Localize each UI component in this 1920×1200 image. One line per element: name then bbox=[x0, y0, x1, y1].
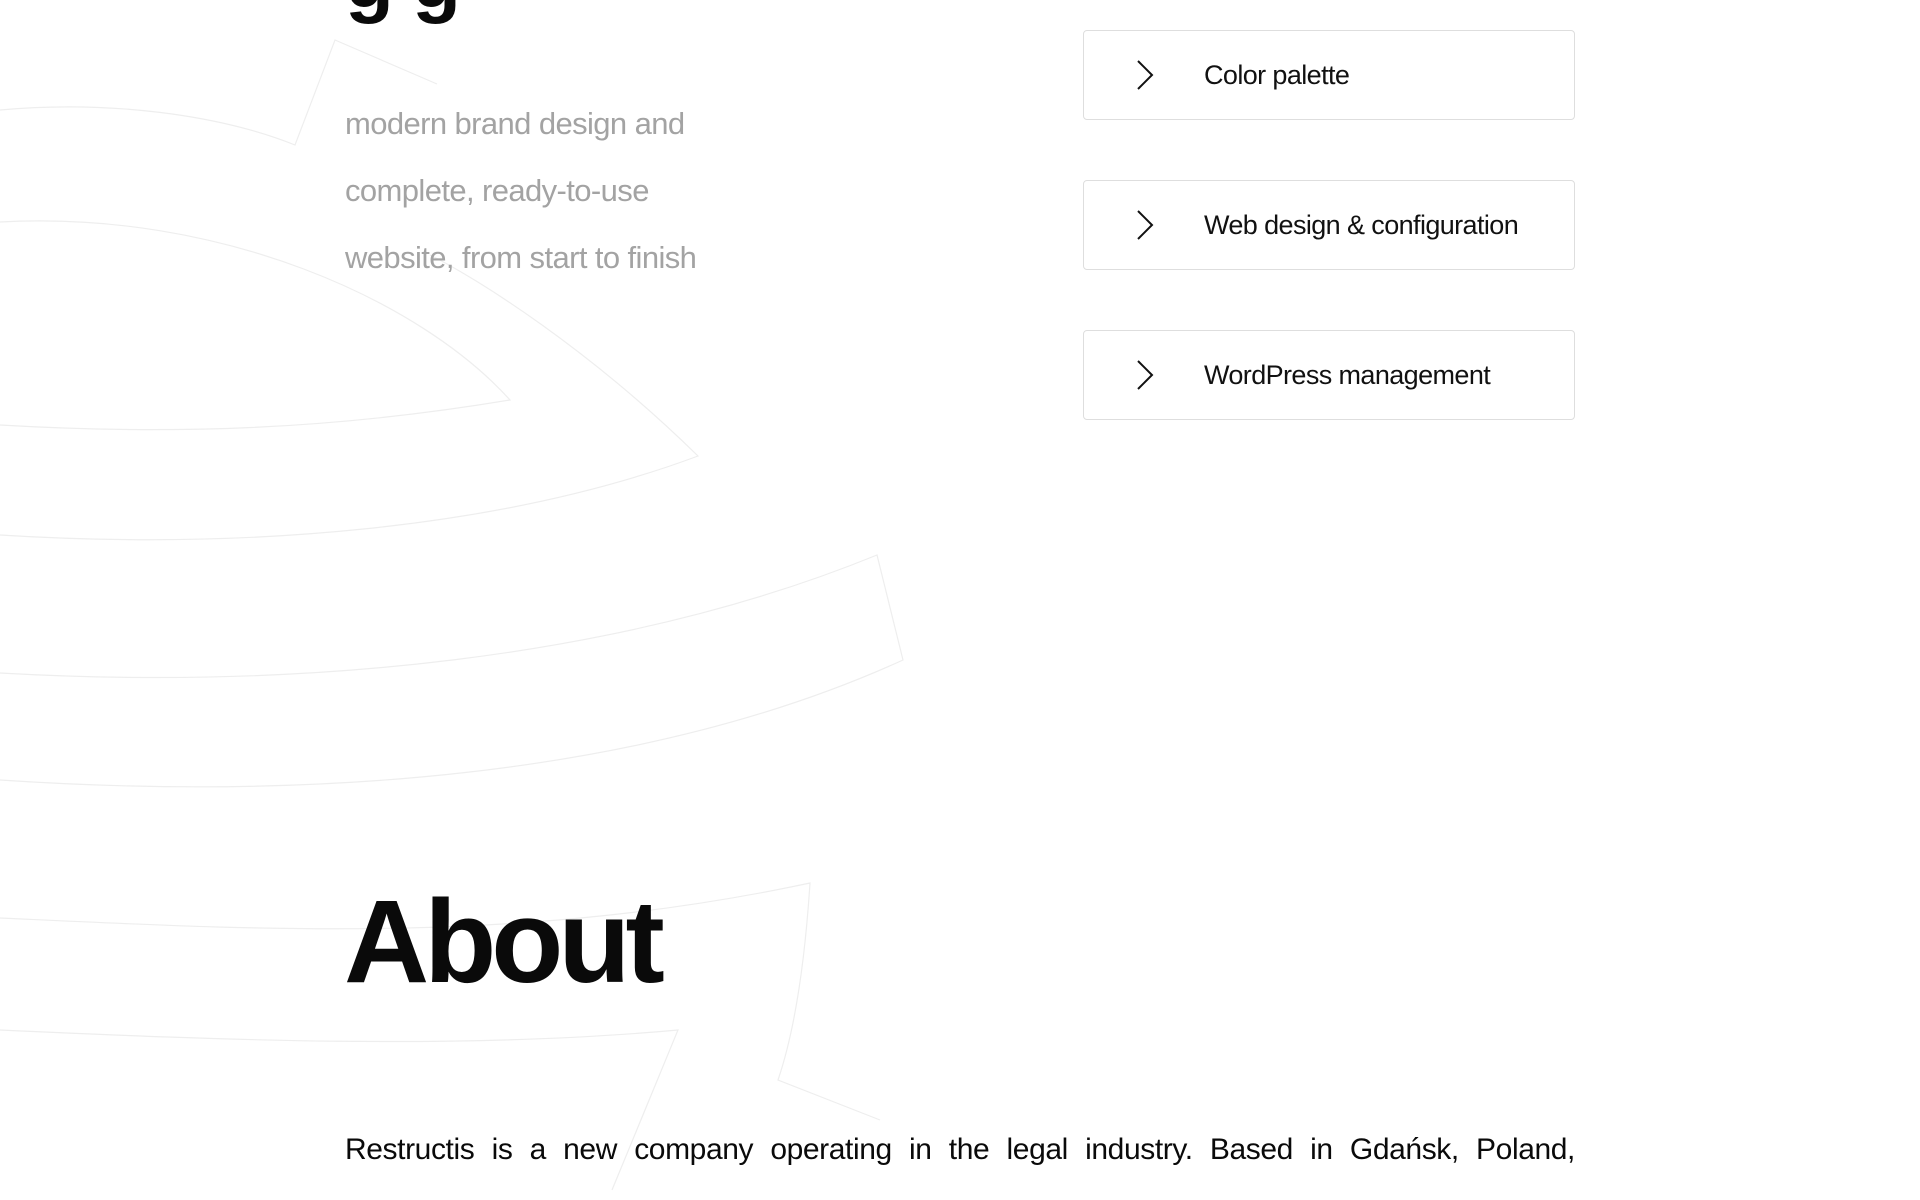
intro-text: modern brand design and complete, ready-… bbox=[345, 90, 697, 291]
about-paragraph: Restructis is a new company operating in… bbox=[345, 1133, 1575, 1166]
background-arc bbox=[0, 554, 904, 788]
chevron-right-icon bbox=[1134, 209, 1156, 241]
service-label: Color palette bbox=[1204, 59, 1350, 90]
service-color-palette[interactable]: Color palette bbox=[1083, 30, 1575, 120]
service-label: WordPress management bbox=[1204, 359, 1491, 390]
chevron-right-icon bbox=[1134, 359, 1156, 391]
service-wordpress-management[interactable]: WordPress management bbox=[1083, 330, 1575, 420]
background-decoration bbox=[0, 39, 904, 1191]
intro-line: complete, ready-to-use bbox=[345, 173, 649, 208]
about-heading: About bbox=[344, 876, 665, 1008]
background-arc bbox=[0, 254, 700, 541]
chevron-right-icon bbox=[1134, 59, 1156, 91]
services-list: Color palette Web design & configuration… bbox=[1083, 30, 1575, 480]
intro-line: website, from start to finish bbox=[345, 240, 697, 275]
intro-line: modern brand design and bbox=[345, 106, 685, 141]
service-web-design[interactable]: Web design & configuration bbox=[1083, 180, 1575, 270]
service-label: Web design & configuration bbox=[1204, 209, 1519, 240]
page: g g modern brand design and complete, re… bbox=[0, 0, 1920, 1200]
heading-fragment: g g bbox=[345, 0, 461, 20]
